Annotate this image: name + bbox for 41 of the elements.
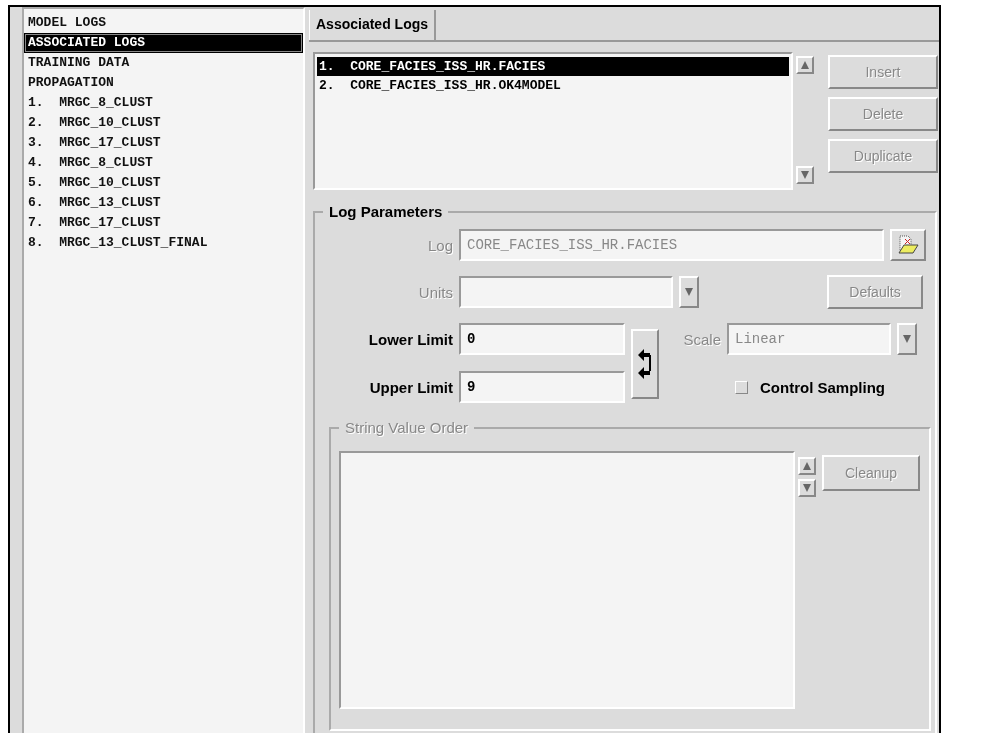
tab[interactable]: Associated Logs xyxy=(309,10,437,40)
checkbox-label: Control Sampling xyxy=(760,378,885,396)
list-item[interactable]: 2. CORE_FACIES_ISS_HR.OK4MODEL xyxy=(317,76,789,95)
open-file-button[interactable] xyxy=(890,229,926,261)
sidebar-item[interactable]: TRAINING DATA xyxy=(24,53,303,73)
sidebar-item[interactable]: 1. MRGC_8_CLUST xyxy=(24,93,303,113)
folder-icon xyxy=(897,235,919,255)
sidebar-item[interactable]: MODEL LOGS xyxy=(24,13,303,33)
move-up-button[interactable] xyxy=(798,457,816,475)
upper-limit-field[interactable]: 9 xyxy=(459,371,625,403)
group-title: String Value Order xyxy=(339,419,475,437)
move-up-button[interactable] xyxy=(796,56,814,74)
down-arrow-icon xyxy=(802,483,812,493)
sidebar-item[interactable]: 4. MRGC_8_CLUST xyxy=(24,153,303,173)
down-arrow-icon xyxy=(800,170,810,180)
list-item[interactable]: 1. CORE_FACIES_ISS_HR.FACIES xyxy=(317,57,789,76)
checkbox[interactable] xyxy=(735,380,748,394)
sidebar-item[interactable]: ASSOCIATED LOGS xyxy=(24,33,303,53)
field-label: Upper Limit xyxy=(368,378,453,396)
units-field[interactable] xyxy=(459,276,673,308)
dropdown-button[interactable] xyxy=(679,276,699,308)
lower-limit-field[interactable]: 0 xyxy=(459,323,625,355)
swap-button[interactable] xyxy=(631,329,659,399)
move-down-button[interactable] xyxy=(798,479,816,497)
up-arrow-icon xyxy=(802,461,812,471)
up-arrow-icon xyxy=(800,60,810,70)
field-label: Log xyxy=(426,236,453,254)
sidebar-item[interactable]: 5. MRGC_10_CLUST xyxy=(24,173,303,193)
dropdown-button[interactable] xyxy=(897,323,917,355)
sidebar-item[interactable]: PROPAGATION xyxy=(24,73,303,93)
move-down-button[interactable] xyxy=(796,166,814,184)
down-arrow-icon xyxy=(902,334,912,344)
field-label: Units xyxy=(417,283,453,301)
field-label: Scale xyxy=(682,330,721,348)
down-arrow-icon xyxy=(684,287,694,297)
field-label: Lower Limit xyxy=(367,330,453,348)
sidebar-item[interactable]: 8. MRGC_13_CLUST_FINAL xyxy=(24,233,303,253)
sidebar-item[interactable]: 3. MRGC_17_CLUST xyxy=(24,133,303,153)
sidebar-item[interactable]: 6. MRGC_13_CLUST xyxy=(24,193,303,213)
sidebar-item[interactable]: 7. MRGC_17_CLUST xyxy=(24,213,303,233)
sidebar-item[interactable]: 2. MRGC_10_CLUST xyxy=(24,113,303,133)
